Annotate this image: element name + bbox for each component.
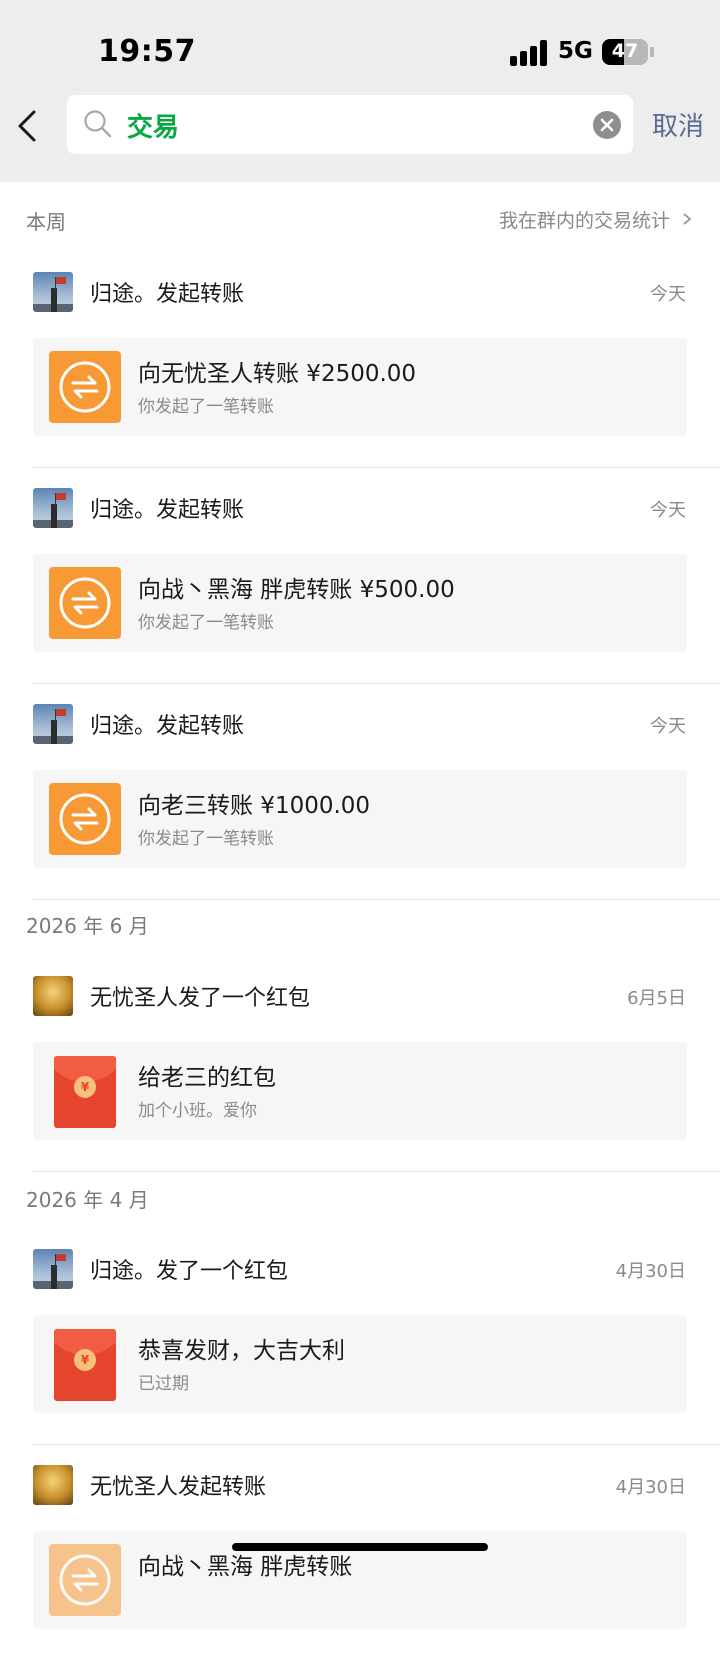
list-item[interactable]: 归途。发了一个红包 4月30日 ¥ 恭喜发财，大吉大利 已过期 [0, 1229, 720, 1445]
item-date: 今天 [650, 284, 686, 305]
avatar [33, 1465, 73, 1505]
avatar [33, 704, 73, 744]
transfer-card[interactable]: 向战丶黑海 胖虎转账 ¥500.00 你发起了一笔转账 [33, 554, 687, 652]
close-icon [600, 118, 614, 132]
avatar [33, 488, 73, 528]
flag-on-mountain-icon [33, 704, 73, 744]
card-title: 给老三的红包 [138, 1065, 276, 1091]
chevron-right-icon [683, 213, 692, 225]
item-title: 归途。发起转账 [90, 714, 245, 739]
battery-icon: 47 [602, 39, 648, 65]
battery-tip [650, 47, 654, 57]
card-title: 向战丶黑海 胖虎转账 ¥500.00 [138, 577, 455, 603]
golden-dragon-icon [33, 976, 73, 1016]
search-query: 交易 [127, 113, 180, 143]
red-packet-icon: ¥ [54, 1056, 116, 1128]
item-date: 4月30日 [615, 1477, 686, 1498]
golden-dragon-icon [33, 1465, 73, 1505]
card-subtitle: 你发起了一笔转账 [138, 397, 274, 417]
card-subtitle: 已过期 [138, 1374, 189, 1394]
top-bar: 19:57 5G 47 交易 取消 [0, 0, 720, 182]
red-packet-card[interactable]: ¥ 恭喜发财，大吉大利 已过期 [33, 1315, 687, 1413]
item-date: 6月5日 [627, 988, 686, 1009]
search-icon [84, 110, 112, 138]
flag-on-mountain-icon [33, 1249, 73, 1289]
red-packet-icon: ¥ [54, 1329, 116, 1401]
list-item[interactable]: 归途。发起转账 今天 向老三转账 ¥1000.00 你发起了一笔转账 [0, 684, 720, 900]
section-title: 2026 年 6 月 [26, 914, 149, 938]
card-title: 向无忧圣人转账 ¥2500.00 [138, 361, 417, 387]
card-subtitle: 加个小班。爱你 [138, 1101, 257, 1121]
flag-on-mountain-icon [33, 272, 73, 312]
search-input[interactable]: 交易 [67, 95, 633, 154]
card-subtitle: 你发起了一笔转账 [138, 829, 274, 849]
back-button[interactable] [12, 104, 48, 148]
avatar [33, 272, 73, 312]
cancel-button[interactable]: 取消 [652, 106, 704, 143]
transfer-card[interactable]: 向无忧圣人转账 ¥2500.00 你发起了一笔转账 [33, 338, 687, 436]
list-item[interactable]: 无忧圣人发起转账 4月30日 向战丶黑海 胖虎转账 [0, 1445, 720, 1661]
flag-on-mountain-icon [33, 488, 73, 528]
item-date: 今天 [650, 716, 686, 737]
transfer-icon [49, 1544, 121, 1616]
avatar [33, 976, 73, 1016]
item-title: 无忧圣人发了一个红包 [90, 986, 311, 1011]
transfer-icon [49, 567, 121, 639]
group-transaction-stats-link[interactable]: 我在群内的交易统计 [499, 206, 694, 233]
item-title: 归途。发起转账 [90, 498, 245, 523]
chevron-left-icon [18, 110, 36, 142]
red-packet-card[interactable]: ¥ 给老三的红包 加个小班。爱你 [33, 1042, 687, 1140]
clear-search-button[interactable] [593, 111, 621, 139]
home-indicator [232, 1543, 488, 1551]
item-date: 今天 [650, 500, 686, 521]
item-title: 无忧圣人发起转账 [90, 1475, 267, 1500]
item-title: 归途。发起转账 [90, 282, 245, 307]
item-date: 4月30日 [615, 1261, 686, 1282]
network-type: 5G [558, 38, 593, 64]
transfer-icon [49, 783, 121, 855]
avatar [33, 1249, 73, 1289]
card-title: 向老三转账 ¥1000.00 [138, 793, 371, 819]
item-title: 归途。发了一个红包 [90, 1259, 289, 1284]
section-title: 2026 年 4 月 [26, 1188, 149, 1212]
card-title: 恭喜发财，大吉大利 [138, 1338, 345, 1364]
list-item[interactable]: 归途。发起转账 今天 向无忧圣人转账 ¥2500.00 你发起了一笔转账 [0, 252, 720, 468]
section-header: 本周 我在群内的交易统计 [0, 182, 720, 252]
status-time: 19:57 [98, 34, 196, 69]
transfer-card[interactable]: 向老三转账 ¥1000.00 你发起了一笔转账 [33, 770, 687, 868]
signal-icon [510, 40, 550, 66]
card-title: 向战丶黑海 胖虎转账 [138, 1554, 353, 1580]
list-item[interactable]: 无忧圣人发了一个红包 6月5日 ¥ 给老三的红包 加个小班。爱你 [0, 956, 720, 1172]
stats-link-label: 我在群内的交易统计 [498, 210, 670, 232]
list-item[interactable]: 归途。发起转账 今天 向战丶黑海 胖虎转账 ¥500.00 你发起了一笔转账 [0, 468, 720, 684]
battery-percent: 47 [611, 40, 639, 62]
card-subtitle: 你发起了一笔转账 [138, 613, 274, 633]
section-title: 本周 [26, 210, 66, 234]
transfer-icon [49, 351, 121, 423]
